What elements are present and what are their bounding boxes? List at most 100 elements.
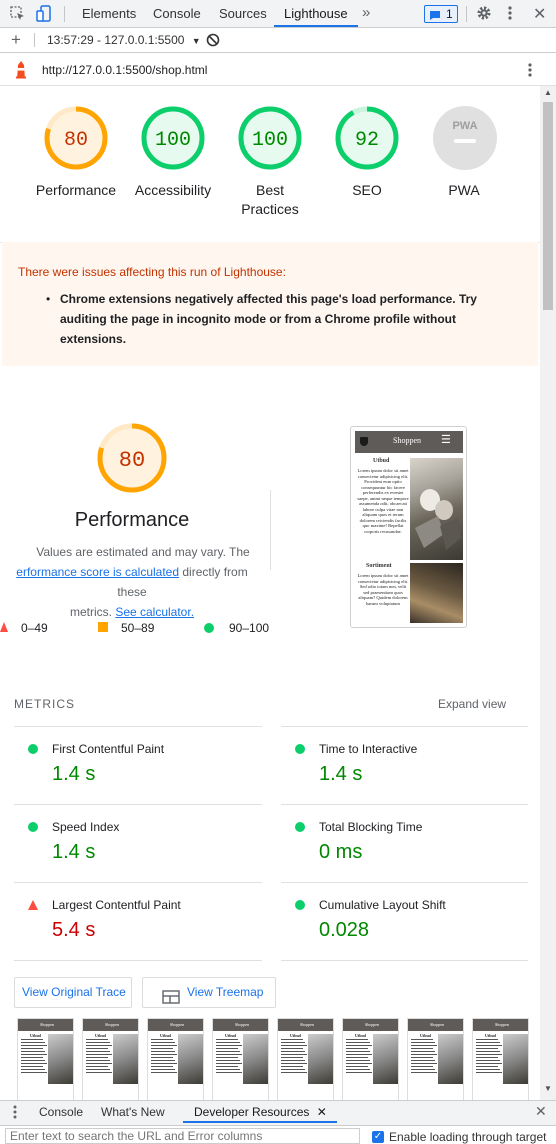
preview-image-golf (410, 458, 463, 560)
close-devtools-icon[interactable]: ✕ (533, 4, 546, 24)
developer-resources-search-input[interactable] (5, 1128, 360, 1144)
metrics-divider (14, 804, 262, 805)
filmstrip-frame-textline (281, 1066, 303, 1067)
metric-tti-title: Time to Interactive (319, 742, 418, 756)
filmstrip-frame-textline (476, 1039, 498, 1040)
tab-lighthouse[interactable]: Lighthouse (274, 0, 358, 27)
view-original-trace-button[interactable]: View Original Trace (14, 977, 132, 1008)
filmstrip-frame-title: Shoppen (105, 1022, 119, 1027)
preview-header: Shoppen ☰ (355, 431, 463, 453)
filmstrip-frame-textline (151, 1057, 173, 1058)
filmstrip-frame-textline (216, 1054, 242, 1055)
filmstrip-frame-textline (21, 1069, 45, 1070)
filmstrip-frame-textline (216, 1066, 238, 1067)
gauge-best-practices[interactable]: 100 (237, 105, 303, 171)
legend-fail-triangle-icon (0, 622, 8, 632)
filmstrip-frame-textline (346, 1042, 370, 1043)
gauge-pwa[interactable]: PWA (432, 105, 498, 171)
metric-cls-title: Cumulative Layout Shift (319, 898, 446, 912)
filmstrip-frame-textline (476, 1072, 502, 1073)
filmstrip-frame-textline (346, 1045, 372, 1046)
lighthouse-toolbar: + 13:57:29 - 127.0.0.1:5500 ▼ (0, 28, 556, 53)
report-menu-icon[interactable] (527, 62, 533, 81)
filmstrip-frame-textline (216, 1048, 238, 1049)
enable-target-loading-checkbox[interactable]: ✓ (372, 1131, 384, 1143)
gauge-best-practices-value: 100 (252, 129, 288, 152)
filmstrip-frame-textline (476, 1066, 498, 1067)
drawer-tab-whats-new[interactable]: What's New (101, 1105, 165, 1119)
gauge-accessibility[interactable]: 100 (140, 105, 206, 171)
filmstrip-frame-image (113, 1034, 138, 1084)
report-url: http://127.0.0.1:5500/shop.html (42, 63, 208, 77)
performance-score-link[interactable]: erformance score is calculated (16, 565, 179, 579)
filmstrip-frame-textline (346, 1039, 368, 1040)
expand-view-toggle[interactable]: Expand view (438, 697, 506, 711)
filmstrip-frame-textline (21, 1072, 47, 1073)
filmstrip-frame-textline (411, 1048, 433, 1049)
filmstrip-frame-textline (86, 1066, 108, 1067)
filmstrip-frame-textline (411, 1051, 435, 1052)
metrics-divider (281, 726, 528, 727)
tab-elements[interactable]: Elements (82, 0, 136, 27)
more-tabs-icon[interactable]: » (362, 4, 370, 21)
scroll-up-arrow-icon[interactable]: ▲ (544, 88, 552, 97)
runtime-warning-title: There were issues affecting this run of … (18, 265, 286, 279)
filmstrip-frame-textline (346, 1057, 368, 1058)
metric-lcp-title: Largest Contentful Paint (52, 898, 181, 912)
issues-count: 1 (446, 7, 453, 21)
settings-gear-icon[interactable] (476, 5, 492, 24)
report-selector[interactable]: 13:57:29 - 127.0.0.1:5500 ▼ (47, 33, 201, 47)
clear-reports-icon[interactable] (206, 33, 220, 50)
inspect-element-icon[interactable] (10, 6, 26, 25)
preview-image-clubs (410, 563, 463, 623)
see-calculator-link[interactable]: See calculator. (115, 605, 194, 619)
legend-average-range: 50–89 (121, 621, 155, 635)
gauge-seo[interactable]: 92 (334, 105, 400, 171)
tab-sources[interactable]: Sources (219, 0, 267, 27)
close-tab-icon[interactable]: ✕ (317, 1105, 327, 1119)
drawer-tab-developer-resources[interactable]: Developer Resources ✕ (183, 1101, 337, 1123)
report-url-bar: http://127.0.0.1:5500/shop.html (0, 53, 556, 86)
report-scrollbar-thumb[interactable] (543, 102, 553, 310)
tab-console[interactable]: Console (153, 0, 201, 27)
filmstrip-frame: Shoppen Utbud (407, 1018, 464, 1100)
issues-badge[interactable]: 1 (424, 5, 458, 23)
metric-fcp-value: 1.4 s (52, 763, 96, 785)
final-screenshot[interactable]: Shoppen ☰ Utbud Lorem ipsum dolor sit am… (350, 426, 467, 628)
scroll-down-arrow-icon[interactable]: ▼ (544, 1084, 552, 1093)
filmstrip-frame-textline (86, 1051, 110, 1052)
drawer-tab-developer-resources-label: Developer Resources (194, 1105, 310, 1119)
drawer-menu-icon[interactable] (12, 1104, 18, 1123)
performance-gauge: 80 (97, 423, 167, 493)
gauge-seo-label: SEO (352, 182, 382, 198)
devtools-tab-bar: Elements Console Sources Lighthouse » 1 … (0, 0, 556, 28)
filmstrip-frame-textline (346, 1072, 372, 1073)
close-drawer-icon[interactable]: ✕ (535, 1103, 547, 1120)
drawer-tab-console[interactable]: Console (39, 1105, 83, 1119)
filmstrip-frame-textline (346, 1048, 368, 1049)
filmstrip-frame-heading: Utbud (30, 1033, 41, 1038)
gauge-accessibility-label: Accessibility (134, 182, 212, 198)
filmstrip-frame-image (243, 1034, 268, 1084)
filmstrip-frame: Shoppen Utbud (82, 1018, 139, 1100)
filmstrip-frame-textline (216, 1069, 240, 1070)
filmstrip-frame-textline (151, 1063, 177, 1064)
new-report-plus-icon[interactable]: + (11, 30, 21, 50)
preview-heading2: Sortiment (366, 563, 392, 569)
filmstrip-frame-textline (216, 1051, 240, 1052)
view-treemap-button[interactable]: View Treemap (142, 977, 276, 1008)
filmstrip-frame-title: Shoppen (300, 1022, 314, 1027)
gauge-seo-value: 92 (355, 129, 379, 152)
kebab-menu-icon[interactable] (507, 5, 513, 24)
filmstrip-frame-textline (476, 1054, 502, 1055)
gauge-performance[interactable]: 80 (43, 105, 109, 171)
report-scrollbar[interactable]: ▲ ▼ (540, 86, 556, 1100)
device-toolbar-icon[interactable] (36, 5, 52, 26)
filmstrip-frame-textline (151, 1054, 177, 1055)
gauge-best-practices-label: Best Practices (220, 181, 320, 219)
metric-tti-pass-icon (295, 744, 305, 754)
metric-si-title: Speed Index (52, 820, 120, 834)
filmstrip-frame-image (178, 1034, 203, 1084)
filmstrip-frame-heading: Utbud (160, 1033, 171, 1038)
gauge-accessibility-value: 100 (155, 129, 191, 152)
